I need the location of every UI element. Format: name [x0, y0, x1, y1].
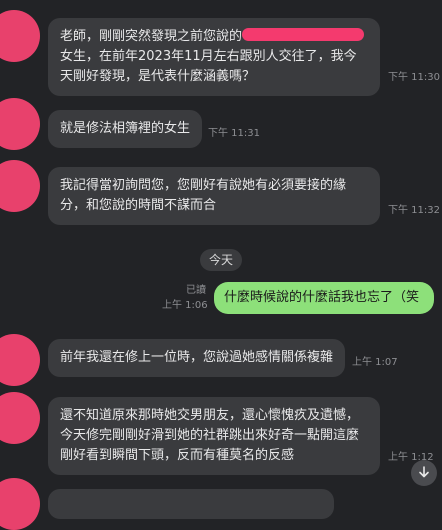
read-receipt: 已讀: [186, 285, 206, 296]
message-timestamp: 下午 11:30: [388, 72, 440, 83]
message-bubble[interactable]: 就是修法相簿裡的女生: [48, 110, 203, 148]
message-bubble[interactable]: 老師，剛剛突然發現之前您說的女生，在前年2023年11月左右跟別人交往了，我今天…: [48, 18, 380, 96]
avatar[interactable]: [0, 98, 40, 150]
message-bubble[interactable]: 前年我還在修上一位時，您說過她感情關係複雜: [48, 339, 346, 377]
message-text: 女生，在前年2023年11月左右跟別人交往了，我今天剛好發現，是代表什麼涵義嗎？: [60, 49, 357, 84]
message-text: 前年我還在修上一位時，您說過她感情關係複雜: [60, 350, 334, 365]
message-bubble[interactable]: [48, 489, 334, 519]
message-text: 就是修法相簿裡的女生: [60, 121, 191, 136]
avatar[interactable]: [0, 334, 40, 386]
date-divider: 今天: [200, 249, 242, 271]
avatar[interactable]: [0, 10, 40, 62]
avatar[interactable]: [0, 478, 40, 530]
outgoing-message-bubble[interactable]: 什麼時候說的什麼話我也忘了（笑: [214, 282, 434, 314]
message-text: 我記得當初詢問您，您剛好有說她有必須要接的緣分，和您說的時間不謀而合: [60, 178, 347, 213]
message-text: 還不知道原來那時她交男朋友，還心懷愧疚及遺憾，今天修完剛剛好滑到她的社群跳出來好…: [60, 408, 360, 463]
message-timestamp: 上午 1:06: [162, 300, 208, 311]
message-timestamp: 下午 11:32: [388, 205, 440, 216]
redacted-text: [242, 28, 365, 41]
message-bubble[interactable]: 還不知道原來那時她交男朋友，還心懷愧疚及遺憾，今天修完剛剛好滑到她的社群跳出來好…: [48, 397, 380, 475]
avatar[interactable]: [0, 160, 40, 212]
message-timestamp: 下午 11:31: [208, 128, 260, 139]
avatar[interactable]: [0, 392, 40, 444]
message-text: 老師，剛剛突然發現之前您說的: [60, 29, 243, 44]
message-bubble[interactable]: 我記得當初詢問您，您剛好有說她有必須要接的緣分，和您說的時間不謀而合: [48, 167, 380, 225]
arrow-down-icon: [419, 466, 429, 478]
scroll-to-bottom-button[interactable]: [411, 460, 437, 486]
message-timestamp: 上午 1:07: [352, 357, 398, 368]
message-text: 什麼時候說的什麼話我也忘了（笑: [224, 290, 420, 305]
